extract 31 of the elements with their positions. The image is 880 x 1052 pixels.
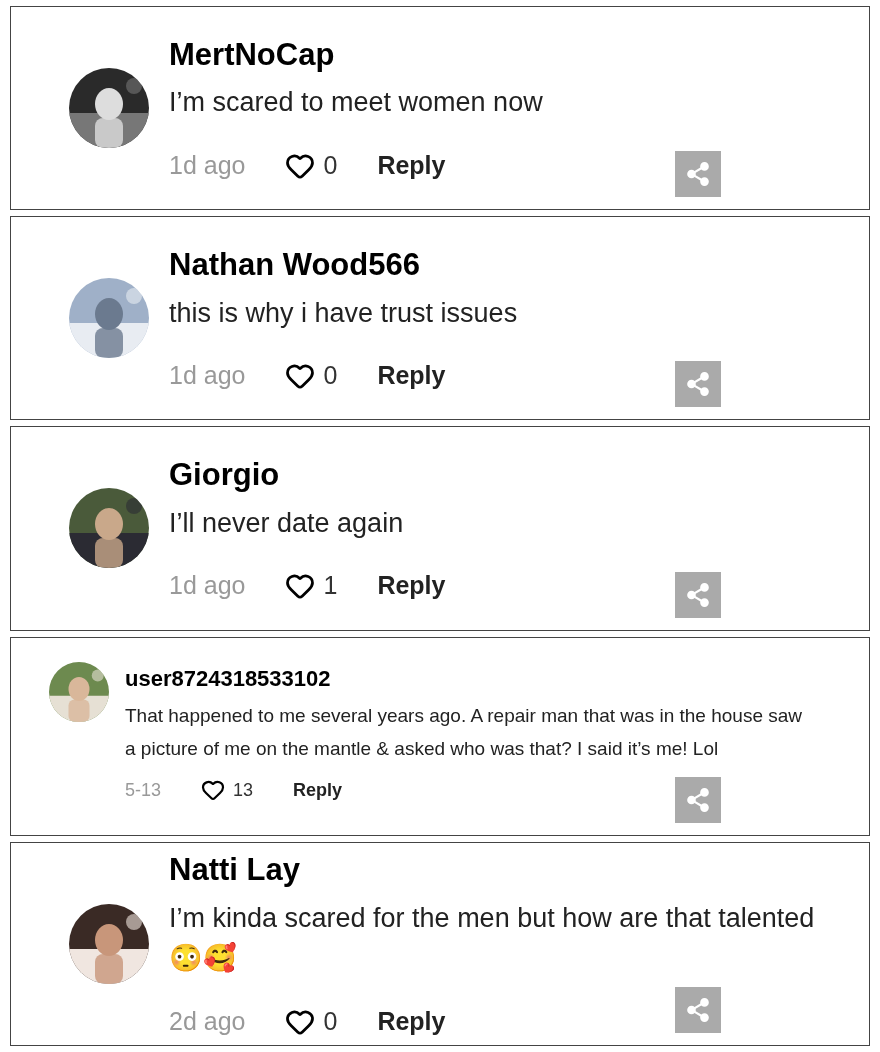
timestamp: 1d ago [169, 360, 246, 391]
share-icon [685, 997, 711, 1023]
timestamp: 1d ago [169, 149, 246, 181]
like-count: 0 [323, 1005, 338, 1037]
comment-text: I’m kinda scared for the men but how are that talented 😳🥰 [169, 901, 816, 976]
heart-icon[interactable] [201, 778, 226, 802]
like-count: 13 [233, 778, 254, 802]
share-icon [685, 786, 711, 813]
comment-text: I’m scared to meet women now [169, 86, 543, 120]
username[interactable]: user8724318533102 [125, 661, 805, 695]
timestamp: 1d ago [169, 570, 246, 602]
comment-text: this is why i have trust issues [169, 296, 518, 330]
username[interactable]: Giorgio [169, 452, 446, 499]
reply-button[interactable]: Reply [377, 567, 446, 605]
username[interactable]: Nathan Wood566 [169, 242, 518, 289]
timestamp: 2d ago [169, 1005, 246, 1037]
like-count: 1 [323, 570, 338, 602]
share-icon [685, 581, 711, 608]
reply-button[interactable]: Reply [377, 357, 446, 395]
reply-button[interactable]: Reply [293, 776, 343, 804]
like-count: 0 [323, 360, 338, 391]
reply-button[interactable]: Reply [377, 146, 446, 185]
username[interactable]: MertNoCap [169, 31, 543, 79]
share-icon [685, 161, 711, 188]
username[interactable]: Natti Lay [169, 847, 819, 894]
reply-button[interactable]: Reply [377, 1002, 446, 1041]
timestamp: 5-13 [125, 778, 162, 802]
comment-text: That happened to me several years ago. A repair man that was in the house saw a picture of me on the mantle & asked who was that? I said it’s me! Lol [125, 703, 803, 761]
share-icon [685, 371, 711, 398]
like-count: 0 [323, 149, 338, 181]
comment-text: I’ll never date again [169, 506, 405, 540]
